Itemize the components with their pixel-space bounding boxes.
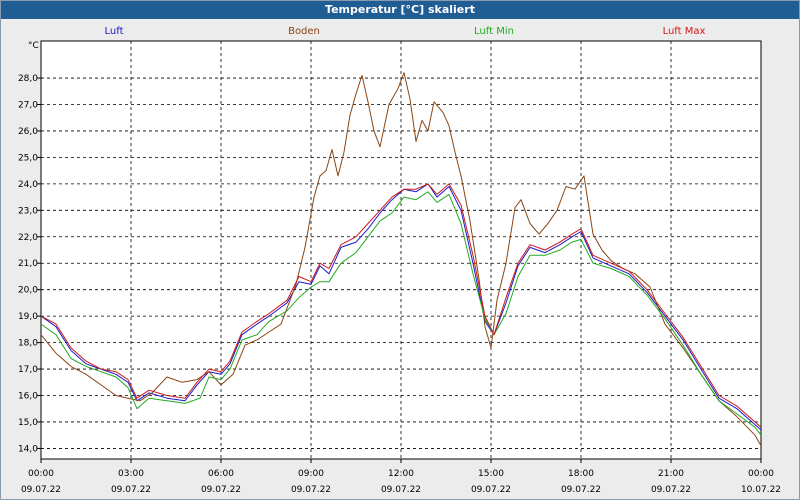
x-tick-date: 09.07.22 (291, 485, 331, 495)
y-tick-label: 25,0 (18, 153, 38, 163)
y-tick-label: 24,0 (18, 180, 38, 190)
y-axis: 14,0 15,0 16,0 17,0 18,0 19,0 20,0 21,0 22,0 23,0… (18, 74, 41, 454)
legend-item-boden: Boden (288, 26, 320, 37)
y-tick-label: 21,0 (18, 259, 38, 269)
x-tick-time: 09:00 (298, 469, 324, 479)
x-tick-date: 09.07.22 (381, 485, 421, 495)
x-tick-time: 00:00 (748, 469, 774, 479)
x-tick-time: 06:00 (208, 469, 234, 479)
x-tick-time: 21:00 (658, 469, 684, 479)
x-tick-time: 00:00 (28, 469, 54, 479)
y-tick-label: 16,0 (18, 392, 38, 402)
y-tick-label: 22,0 (18, 233, 38, 243)
x-tick-date: 09.07.22 (111, 485, 151, 495)
y-axis-label: °C (28, 41, 39, 51)
y-tick-label: 20,0 (18, 286, 38, 296)
legend-item-luft-max: Luft Max (663, 26, 706, 37)
y-tick-label: 18,0 (18, 339, 38, 349)
y-tick-label: 28,0 (18, 74, 38, 84)
y-tick-label: 26,0 (18, 127, 38, 137)
y-tick-label: 15,0 (18, 418, 38, 428)
y-tick-label: 19,0 (18, 312, 38, 322)
legend-item-luft-min: Luft Min (474, 26, 514, 37)
temperature-chart: 14,0 15,0 16,0 17,0 18,0 19,0 20,0 21,0 22,0 23,0… (18, 26, 781, 495)
x-tick-time: 12:00 (388, 469, 414, 479)
x-tick-time: 15:00 (478, 469, 504, 479)
y-tick-label: 23,0 (18, 206, 38, 216)
chart-window: Temperatur [°C] skaliert 14,0 15,0 16,0 17,… (0, 0, 800, 500)
y-tick-label: 17,0 (18, 365, 38, 375)
x-tick-time: 18:00 (568, 469, 594, 479)
x-tick-date: 10.07.22 (741, 485, 781, 495)
x-tick-date: 09.07.22 (471, 485, 511, 495)
x-axis: 00:00 09.07.22 03:00 09.07.22 06:00 09.07.22 0… (21, 459, 781, 495)
x-tick-date: 09.07.22 (21, 485, 61, 495)
x-tick-time: 03:00 (118, 469, 144, 479)
y-tick-label: 27,0 (18, 100, 38, 110)
y-tick-label: 14,0 (18, 444, 38, 454)
x-tick-date: 09.07.22 (651, 485, 691, 495)
legend: Luft Boden Luft Min Luft Max (105, 26, 706, 37)
legend-item-luft: Luft (105, 26, 124, 37)
x-tick-date: 09.07.22 (561, 485, 601, 495)
x-tick-date: 09.07.22 (201, 485, 241, 495)
